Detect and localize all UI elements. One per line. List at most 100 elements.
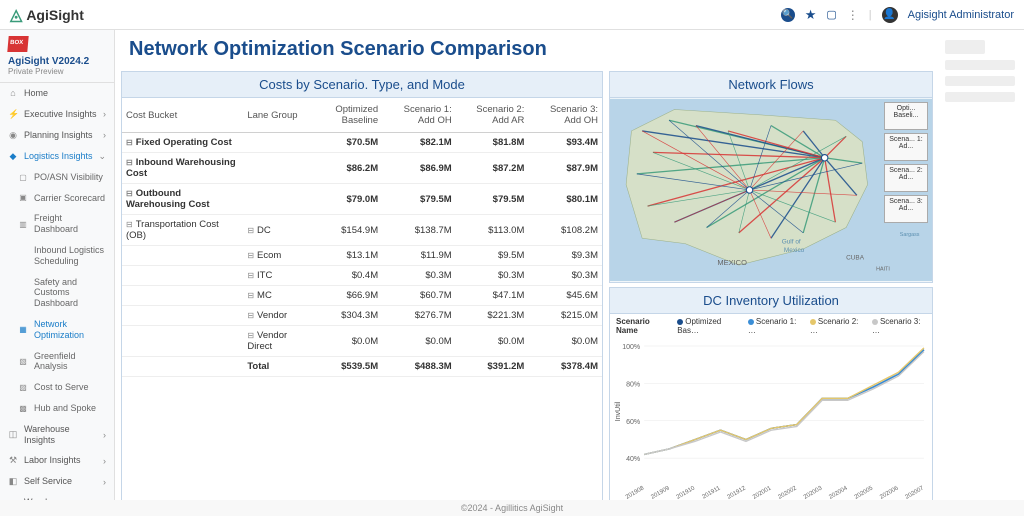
nav-item-log[interactable]: ◆Logistics Insights⌄ xyxy=(0,146,114,167)
search-icon[interactable]: 🔍 xyxy=(781,8,795,22)
product-box-icon xyxy=(7,36,28,52)
nav-label: Labor Insights xyxy=(24,455,103,466)
nav-label: PO/ASN Visibility xyxy=(34,172,106,183)
nav-icon: ⚡ xyxy=(8,109,18,120)
nav-icon: ▢ xyxy=(18,173,28,182)
nav-sub-item[interactable]: Inbound Logistics Scheduling xyxy=(0,240,114,272)
product-title: AgiSight V2024.2 xyxy=(8,56,106,67)
nav-item-self[interactable]: ◧ Self Service› xyxy=(0,471,114,492)
svg-text:201908: 201908 xyxy=(625,485,646,501)
bookmark-flag-icon[interactable]: ▢ xyxy=(826,8,836,21)
nav-icon: ◉ xyxy=(8,130,18,141)
scenario-button[interactable]: Scena... 3: Ad... xyxy=(884,195,928,223)
nav-item-plan[interactable]: ◉ Planning Insights› xyxy=(0,125,114,146)
svg-text:Sargass: Sargass xyxy=(900,232,920,238)
user-avatar-icon[interactable]: 👤 xyxy=(882,7,898,23)
scenario-button[interactable]: Scena... 1: Ad... xyxy=(884,133,928,161)
nav-label: Freight Dashboard xyxy=(34,213,106,235)
brand-name: AgiSight xyxy=(26,7,84,23)
nav-label: Network Optimization xyxy=(34,319,106,341)
nav-sub-item[interactable]: Safety and Customs Dashboard xyxy=(0,272,114,314)
nav-label: Hub and Spoke xyxy=(34,403,106,414)
footer: ©2024 - Agillitics AgiSight xyxy=(0,500,1024,516)
dc-utilization-chart: 40%60%80%100%201908201909201910201911201… xyxy=(610,338,932,509)
chart-legend: Scenario NameOptimized Bas…Scenario 1: …… xyxy=(610,314,932,338)
nav-label: Self Service xyxy=(24,476,103,487)
col-header: Lane Group xyxy=(243,98,307,133)
nav-sub-item[interactable]: ▦Network Optimization xyxy=(0,314,114,346)
col-header: Scenario 2: Add AR xyxy=(456,98,529,133)
col-header: Cost Bucket xyxy=(122,98,243,133)
nav-icon: ▨ xyxy=(18,383,28,392)
svg-text:Mexico: Mexico xyxy=(784,247,805,254)
kebab-menu-icon[interactable]: ⋮ xyxy=(847,8,859,22)
svg-text:202003: 202003 xyxy=(803,485,824,501)
nav-label: Cost to Serve xyxy=(34,382,106,393)
table-row: ⊟Vendor Direct$0.0M$0.0M$0.0M$0.0M xyxy=(122,326,602,357)
svg-text:CUBA: CUBA xyxy=(846,255,865,262)
cost-panel-title: Costs by Scenario. Type, and Mode xyxy=(122,72,602,98)
svg-text:202002: 202002 xyxy=(777,485,798,501)
chevron-icon: › xyxy=(103,109,106,119)
sidebar: AgiSight V2024.2 Private Preview ⌂Home⚡E… xyxy=(0,30,115,516)
svg-text:MEXICO: MEXICO xyxy=(717,258,747,267)
page-title: Network Optimization Scenario Comparison xyxy=(115,30,939,71)
nav-sub-item[interactable]: ▥ Freight Dashboard xyxy=(0,208,114,240)
nav-item-home[interactable]: ⌂ Home xyxy=(0,83,114,104)
bookmark-star-icon[interactable]: ★ xyxy=(805,7,817,23)
svg-text:201910: 201910 xyxy=(676,485,697,501)
svg-text:202007: 202007 xyxy=(905,485,926,501)
flows-panel-title: Network Flows xyxy=(610,72,932,98)
nav-item-labor[interactable]: ⚒Labor Insights› xyxy=(0,450,114,471)
nav-sub-item[interactable]: ▣Carrier Scorecard xyxy=(0,188,114,209)
nav-label: Executive Insights xyxy=(24,109,103,120)
total-row: Total$539.5M$488.3M$391.2M$378.4M xyxy=(122,357,602,377)
brand-logo: ◬ AgiSight xyxy=(10,5,84,25)
legend-item: Scenario 2: … xyxy=(810,317,864,335)
user-name[interactable]: Agisight Administrator xyxy=(908,9,1014,21)
scenario-button[interactable]: Scena... 2: Ad... xyxy=(884,164,928,192)
svg-text:202005: 202005 xyxy=(854,485,875,501)
legend-title: Scenario Name xyxy=(616,317,669,335)
nav-sub-item[interactable]: ▢ PO/ASN Visibility xyxy=(0,167,114,188)
nav-sub-item[interactable]: ▩Hub and Spoke xyxy=(0,398,114,419)
svg-text:Gulf of: Gulf of xyxy=(782,239,801,246)
table-row: ⊟Fixed Operating Cost$70.5M$82.1M$81.8M$… xyxy=(122,133,602,153)
chevron-icon: › xyxy=(103,430,106,440)
nav-label: Home xyxy=(24,88,106,99)
cost-table: Cost BucketLane GroupOptimized BaselineS… xyxy=(122,98,602,377)
chevron-icon: › xyxy=(103,477,106,487)
chevron-icon: › xyxy=(103,130,106,140)
nav-sub-item[interactable]: ▧ Greenfield Analysis xyxy=(0,346,114,378)
nav-label: Planning Insights xyxy=(24,130,103,141)
nav-icon: ▥ xyxy=(18,220,28,229)
nav-label: Greenfield Analysis xyxy=(34,351,106,373)
svg-text:InvUtil: InvUtil xyxy=(615,401,622,421)
chevron-icon: ⌄ xyxy=(98,151,106,162)
dc-inventory-panel: DC Inventory Utilization Scenario NameOp… xyxy=(609,287,933,510)
flows-panel: Network Flows MEXICOCUBAHAITIGulf ofMexi… xyxy=(609,71,933,283)
table-row: ⊟MC$66.9M$60.7M$47.1M$45.6M xyxy=(122,286,602,306)
table-row: ⊟Inbound Warehousing Cost$86.2M$86.9M$87… xyxy=(122,153,602,184)
svg-text:202001: 202001 xyxy=(752,485,773,501)
table-row: ⊟Transportation Cost (OB)⊟DC$154.9M$138.… xyxy=(122,215,602,246)
cost-panel: Costs by Scenario. Type, and Mode Cost B… xyxy=(121,71,603,510)
nav-sub-item[interactable]: ▨ Cost to Serve xyxy=(0,377,114,398)
nav-label: Carrier Scorecard xyxy=(34,193,106,204)
nav-icon: ⌂ xyxy=(8,88,18,98)
nav-item-wh[interactable]: ◫Warehouse Insights› xyxy=(0,419,114,451)
svg-text:60%: 60% xyxy=(626,419,640,426)
nav-item-exec[interactable]: ⚡ Executive Insights› xyxy=(0,104,114,125)
legend-item: Scenario 3: … xyxy=(872,317,926,335)
nav-icon: ▧ xyxy=(18,357,28,366)
svg-text:202006: 202006 xyxy=(879,485,900,501)
scenario-button[interactable]: Opti... Baseli... xyxy=(884,102,928,130)
nav-icon: ◧ xyxy=(8,476,18,487)
table-row: ⊟Ecom$13.1M$11.9M$9.5M$9.3M xyxy=(122,246,602,266)
col-header: Scenario 3: Add OH xyxy=(528,98,602,133)
svg-text:80%: 80% xyxy=(626,381,640,388)
svg-text:202004: 202004 xyxy=(828,485,849,501)
nav-icon: ◆ xyxy=(8,151,18,162)
table-row: ⊟Vendor$304.3M$276.7M$221.3M$215.0M xyxy=(122,306,602,326)
table-row: ⊟ITC$0.4M$0.3M$0.3M$0.3M xyxy=(122,266,602,286)
